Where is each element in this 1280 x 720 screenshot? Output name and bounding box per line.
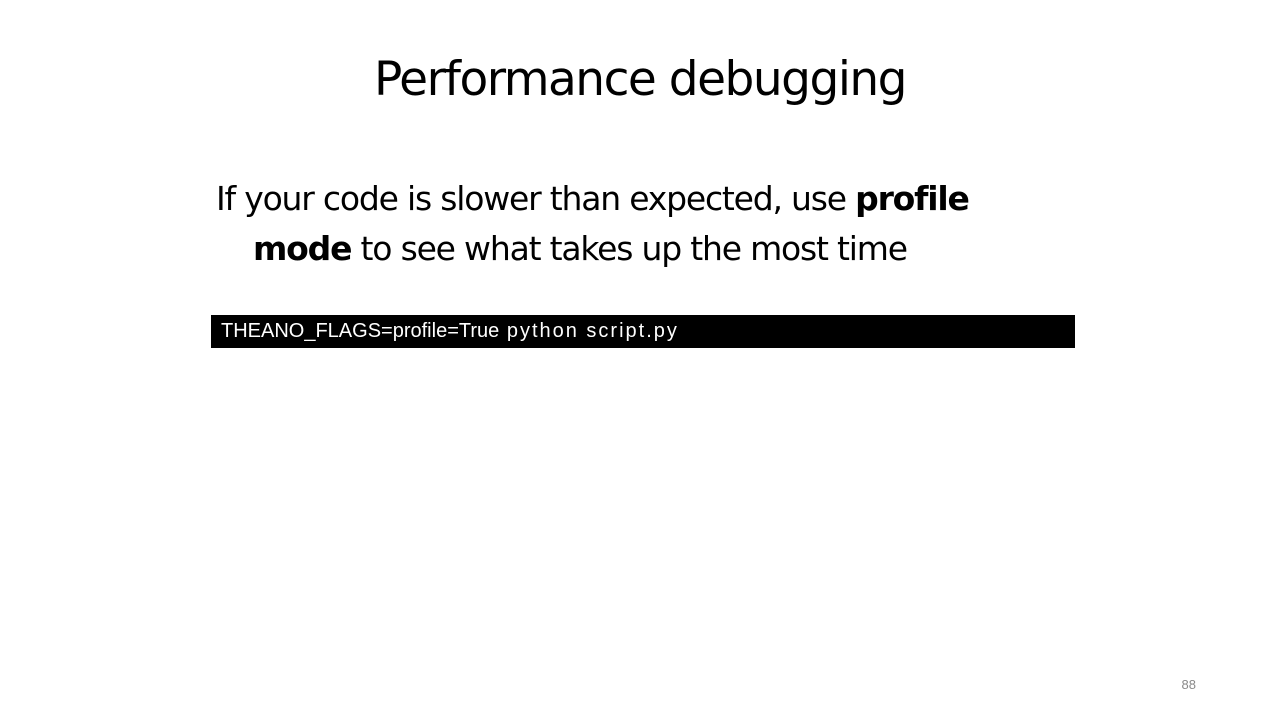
body-text-part1: If your code is slower than expected, us…: [216, 179, 856, 218]
code-command: python script.py: [499, 320, 679, 342]
code-block: THEANO_FLAGS=profile=True python script.…: [211, 315, 1075, 348]
slide-title: Performance debugging: [374, 52, 908, 107]
page-number: 88: [1181, 677, 1196, 692]
code-env-flags: THEANO_FLAGS=profile=True: [221, 320, 500, 342]
body-text-part2: to see what takes up the most time: [351, 229, 908, 268]
body-paragraph: If your code is slower than expected, us…: [216, 174, 1076, 274]
